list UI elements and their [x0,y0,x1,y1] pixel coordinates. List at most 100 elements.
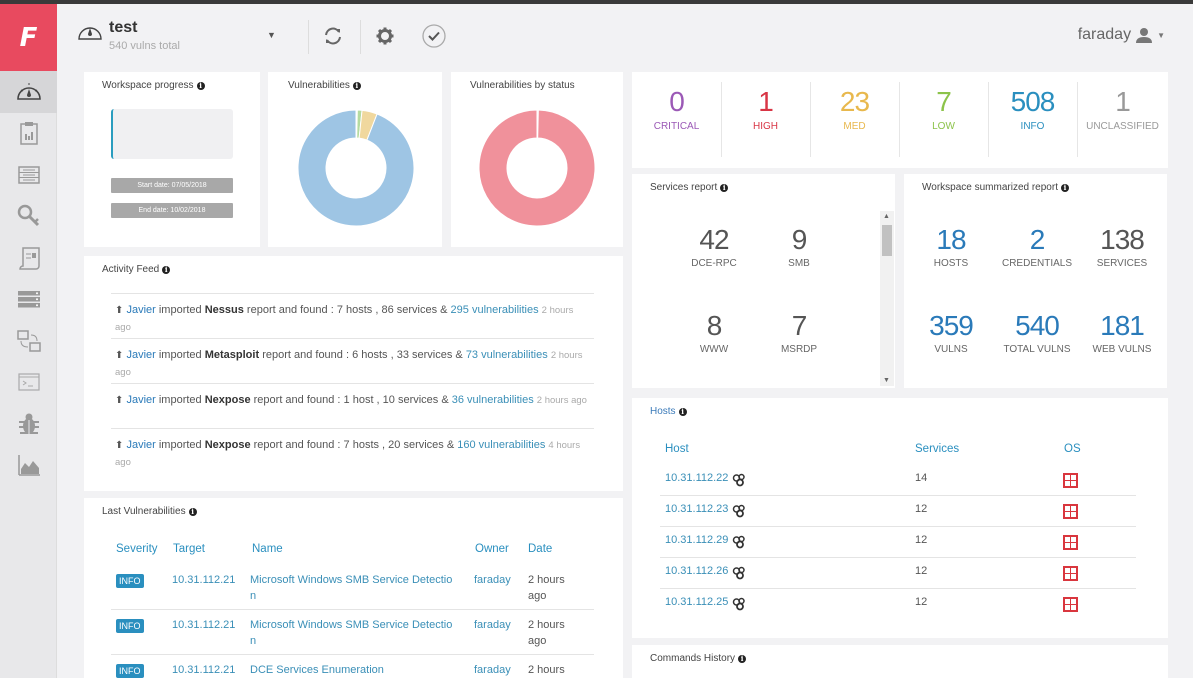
column-header-owner[interactable]: Owner [475,543,509,555]
severity-med[interactable]: 23 MED [810,72,899,168]
severity-high[interactable]: 1 HIGH [721,72,810,168]
sidebar-item-vulnerabilities[interactable] [0,403,57,445]
column-header-host[interactable]: Host [665,443,689,455]
card-title: Commands History i [650,653,747,664]
vuln-name-wrap[interactable]: n [250,635,256,647]
host-ip-link[interactable]: 10.31.112.26 [665,565,728,577]
donut-slice-open[interactable] [478,109,596,227]
sidebar-item-credentials[interactable] [0,196,57,238]
info-icon[interactable]: i [1060,183,1069,192]
feed-vulns-link[interactable]: 36 vulnerabilities [452,394,534,406]
vuln-target[interactable]: 10.31.112.21 [172,574,235,586]
summary-stat-hosts[interactable]: 18 HOSTS [901,224,1001,269]
faraday-logo[interactable]: F [0,4,57,71]
workspace-summary-card: Workspace summarized report i 18 HOSTS 2 CR… [904,174,1167,388]
column-header-date[interactable]: Date [528,543,552,555]
workspace-vuln-total: 540 vulns total [109,40,180,52]
vuln-target[interactable]: 10.31.112.21 [172,664,235,676]
vuln-owner[interactable]: faraday [474,574,511,586]
scrollbar-thumb[interactable] [882,225,892,256]
area-chart-icon [17,455,40,476]
column-header-name[interactable]: Name [252,543,283,555]
vuln-name[interactable]: Microsoft Windows SMB Service Detectio [250,574,452,586]
services-scrollbar[interactable]: ▲ ▼ [880,211,894,386]
progress-bar [111,109,233,159]
host-services-icon[interactable] [732,597,746,611]
vuln-owner[interactable]: faraday [474,619,511,631]
service-stat[interactable]: 9 SMB [749,224,849,269]
vulnerabilities-donut-chart [297,109,415,227]
summary-stat-services[interactable]: 138 SERVICES [1072,224,1172,269]
vuln-name[interactable]: DCE Services Enumeration [250,664,384,676]
sidebar-item-workspaces[interactable] [0,320,57,362]
host-services-icon[interactable] [732,473,746,487]
column-header-services[interactable]: Services [915,443,959,455]
upload-icon: ⬆ [115,440,124,451]
bug-icon [18,413,39,434]
host-services-icon[interactable] [732,535,746,549]
sidebar-item-reports[interactable] [0,113,57,155]
vuln-date-wrap: ago [528,590,547,602]
scroll-down-arrow-icon[interactable]: ▼ [883,377,890,384]
feed-vulns-link[interactable]: 160 vulnerabilities [457,439,545,451]
vuln-target[interactable]: 10.31.112.21 [172,619,235,631]
vuln-owner[interactable]: faraday [474,664,511,676]
upload-icon: ⬆ [115,350,124,361]
sidebar-item-status-report[interactable] [0,154,57,196]
sidebar-item-commands[interactable] [0,362,57,404]
severity-low[interactable]: 7 LOW [899,72,988,168]
vulnerabilities-chart-card: Vulnerabilities i [268,72,442,247]
feed-vulns-link[interactable]: 73 vulnerabilities [466,349,548,361]
last-vulnerabilities-card: Last Vulnerabilities i Severity Target Na… [84,498,623,678]
column-header-target[interactable]: Target [173,543,205,555]
info-icon[interactable]: i [196,81,205,90]
info-icon[interactable]: i [678,407,687,416]
summary-stat-web-vulns[interactable]: 181 WEB VULNS [1072,310,1172,355]
info-icon[interactable]: i [162,265,171,274]
host-ip-link[interactable]: 10.31.112.23 [665,503,728,515]
host-ip-link[interactable]: 10.31.112.29 [665,534,728,546]
severity-info[interactable]: 508 INFO [988,72,1077,168]
feed-user-link[interactable]: Javier [126,439,155,451]
column-header-severity[interactable]: Severity [116,543,158,555]
scroll-up-arrow-icon[interactable]: ▲ [883,213,890,220]
logo-letter: F [19,22,38,53]
info-icon[interactable]: i [738,654,747,663]
severity-critical[interactable]: 0 CRITICAL [632,72,721,168]
summary-stat-vulns[interactable]: 359 VULNS [901,310,1001,355]
host-services-count: 12 [915,565,928,577]
sidebar-item-executive-report[interactable] [0,237,57,279]
severity-unclassified[interactable]: 1 UNCLASSIFIED [1077,72,1168,168]
sidebar-item-hosts[interactable] [0,279,57,321]
host-services-icon[interactable] [732,504,746,518]
host-ip-link[interactable]: 10.31.112.22 [665,472,728,484]
donut-slice-info[interactable] [297,109,415,227]
vuln-name-wrap[interactable]: n [250,590,256,602]
refresh-icon [325,27,341,45]
info-icon[interactable]: i [720,183,729,192]
vuln-name[interactable]: Microsoft Windows SMB Service Detectio [250,619,452,631]
vuln-date: 2 hours [528,574,565,586]
sidebar-item-analytics[interactable] [0,445,57,487]
card-title: Last Vulnerabilities i [102,506,197,517]
feed-user-link[interactable]: Javier [126,394,155,406]
info-icon[interactable]: i [188,507,197,516]
user-menu[interactable]: faraday ▼ [1078,26,1165,44]
refresh-button[interactable] [319,22,347,50]
card-title: Workspace progress i [102,80,205,91]
feed-user-link[interactable]: Javier [126,349,155,361]
workspace-dropdown-caret[interactable]: ▼ [267,30,276,40]
service-stat[interactable]: 7 MSRDP [749,310,849,355]
username: faraday [1077,26,1132,43]
column-header-os[interactable]: OS [1064,443,1081,455]
workspace-name[interactable]: test [109,19,137,37]
feed-vulns-link[interactable]: 295 vulnerabilities [451,304,539,316]
host-services-icon[interactable] [732,566,746,580]
sidebar-item-dashboard[interactable] [0,71,57,113]
services-report-card: Services report i 42 DCE-RPC 9 SMB 8 WWW 7 MS… [632,174,895,388]
confirm-button[interactable] [420,22,448,50]
feed-user-link[interactable]: Javier [126,304,155,316]
settings-button[interactable] [371,22,399,50]
host-ip-link[interactable]: 10.31.112.25 [665,596,728,608]
windows-os-icon [1063,535,1078,550]
